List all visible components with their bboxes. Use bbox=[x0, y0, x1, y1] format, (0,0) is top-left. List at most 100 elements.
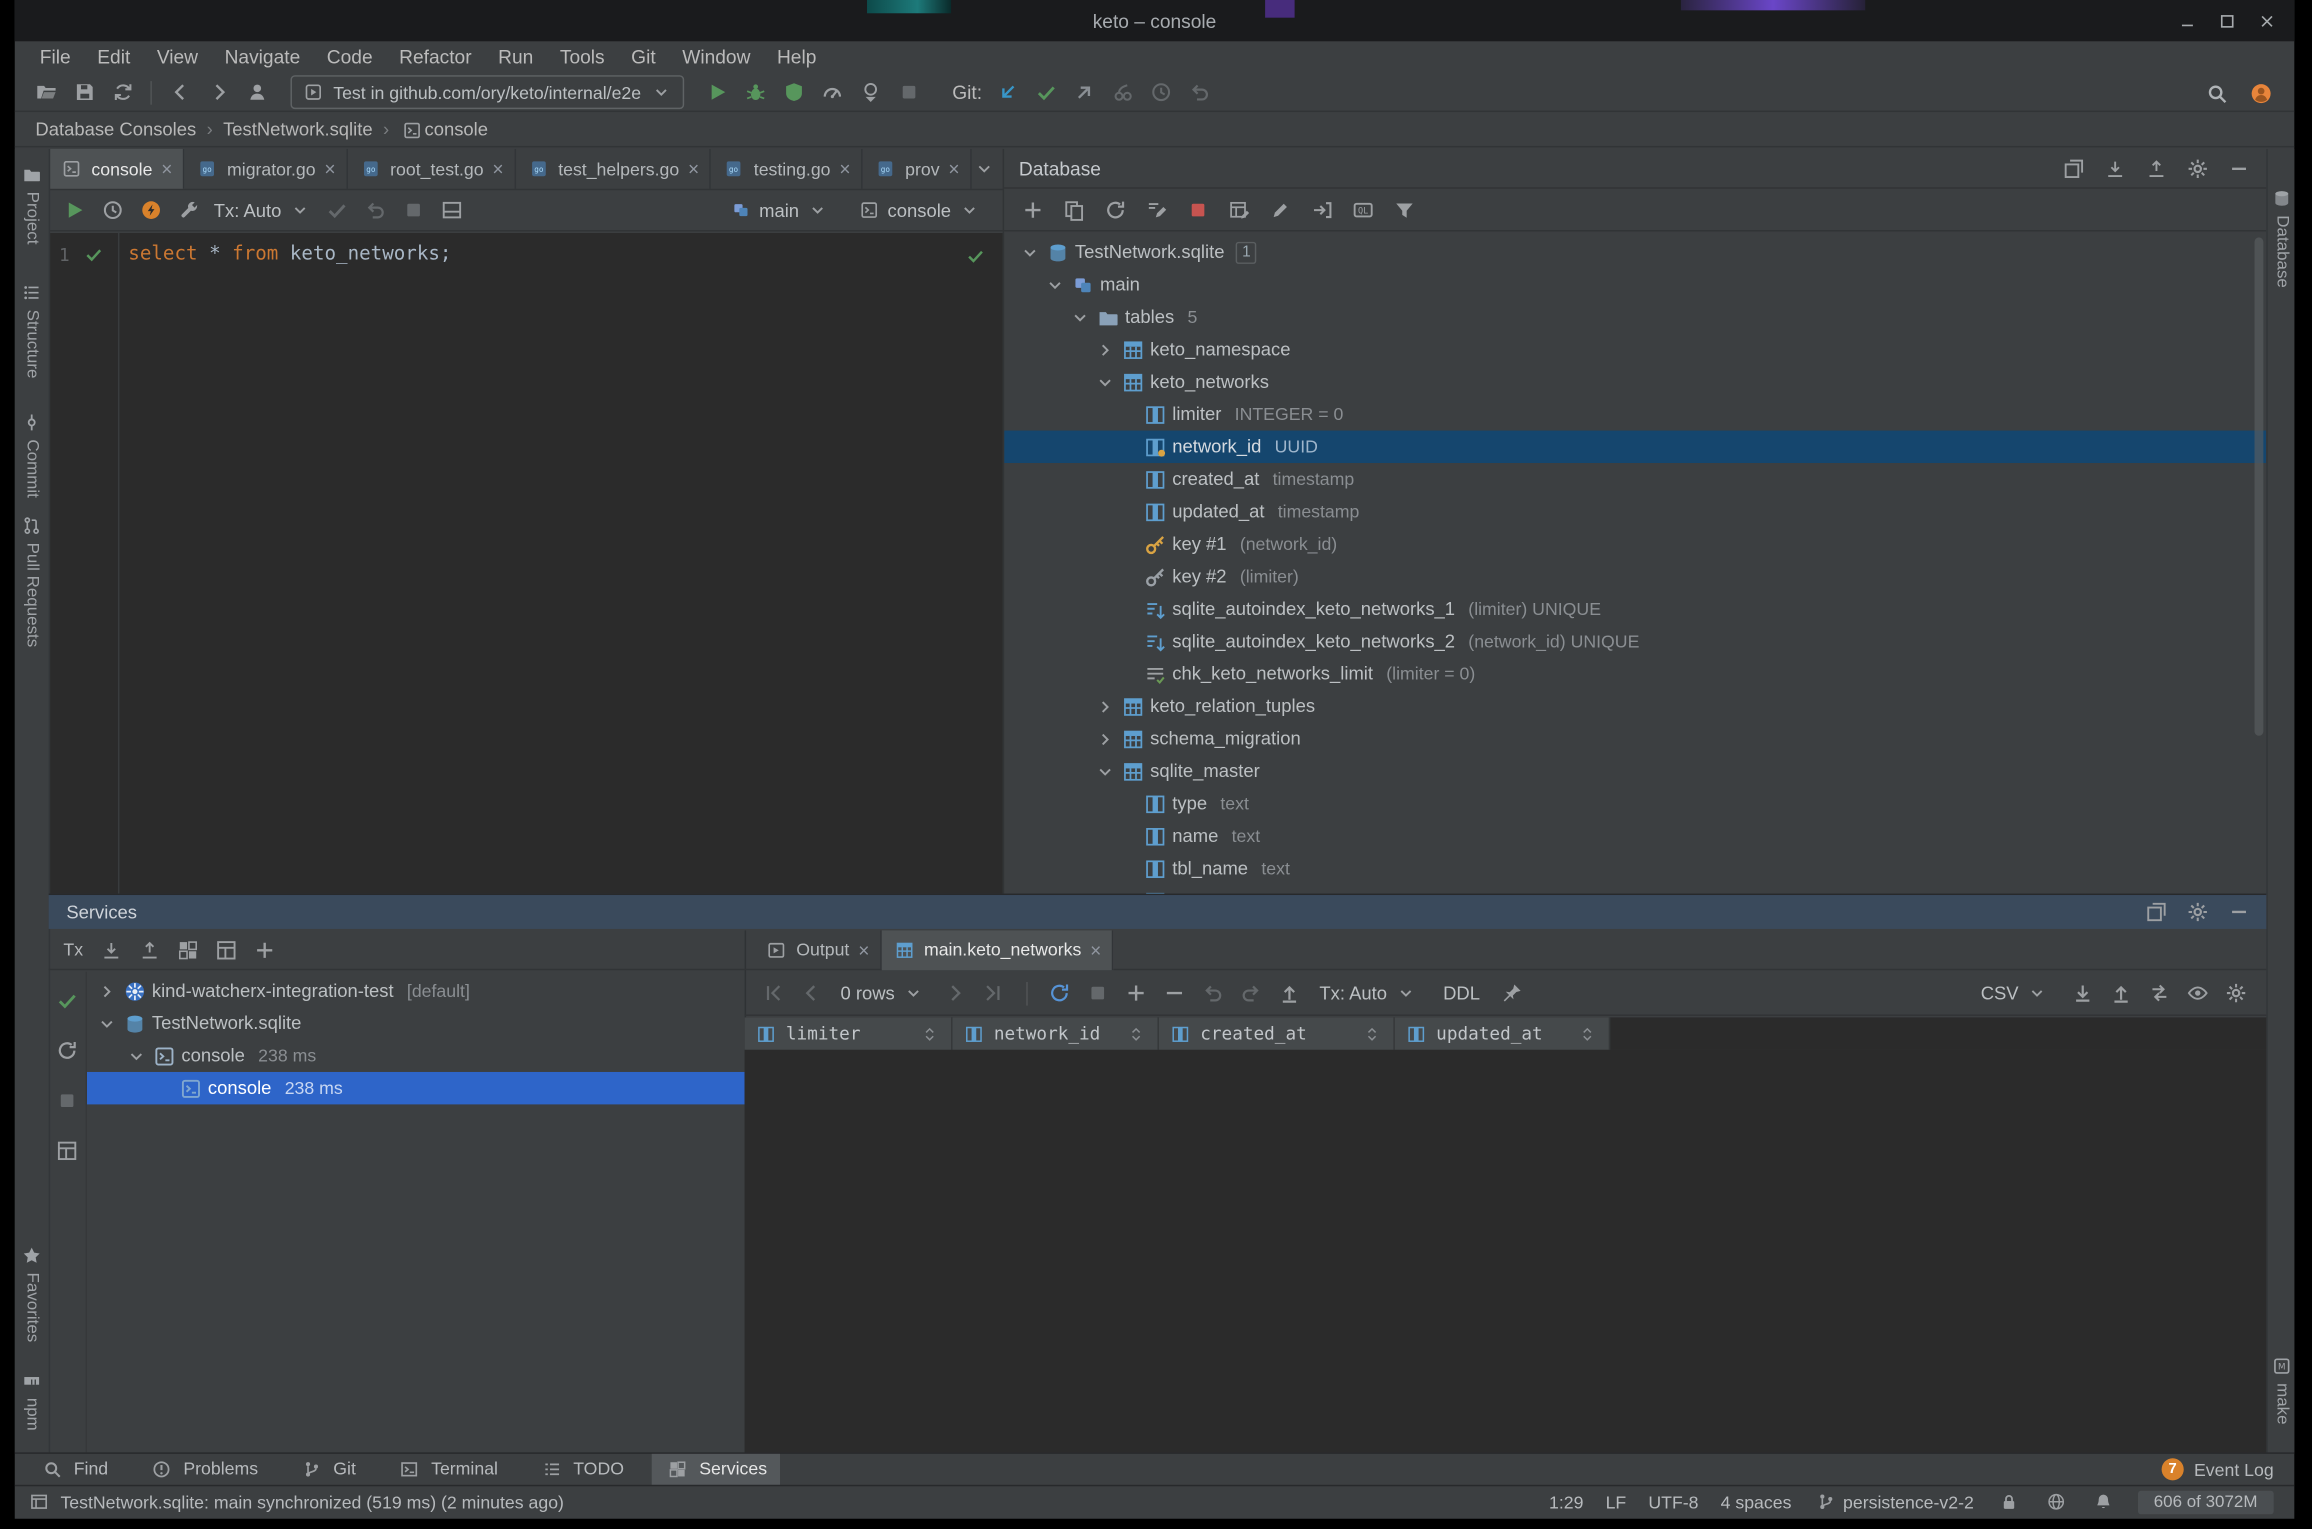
tree-row[interactable]: console 238 ms bbox=[86, 1071, 745, 1105]
gear-icon[interactable] bbox=[2181, 152, 2213, 184]
undo-icon[interactable] bbox=[1197, 977, 1229, 1009]
tool-stripe-make[interactable]: Mmake bbox=[2268, 1354, 2295, 1425]
caret-position[interactable]: 1:29 bbox=[1549, 1491, 1583, 1512]
menu-window[interactable]: Window bbox=[669, 41, 764, 73]
float-icon[interactable] bbox=[2139, 896, 2171, 928]
eye-icon[interactable] bbox=[2181, 977, 2213, 1009]
tool-stripe-structure[interactable]: Structure bbox=[15, 280, 49, 378]
grid-column-header[interactable]: network_id bbox=[952, 1017, 1159, 1050]
cherry-pick-icon[interactable] bbox=[1106, 76, 1138, 108]
toolwindow-button-git[interactable]: Git bbox=[286, 1453, 369, 1484]
edit-source-icon[interactable] bbox=[1140, 194, 1172, 226]
download-icon[interactable] bbox=[2066, 977, 2098, 1009]
first-icon[interactable] bbox=[756, 977, 788, 1009]
chevron-right-icon[interactable] bbox=[1091, 693, 1119, 720]
git-push-icon[interactable] bbox=[1068, 76, 1100, 108]
tool-stripe-npm[interactable]: npm bbox=[15, 1368, 49, 1431]
add-icon[interactable] bbox=[1016, 194, 1048, 226]
tree-row[interactable]: TestNetwork.sqlite bbox=[87, 1007, 745, 1039]
output-layout-icon[interactable] bbox=[436, 194, 468, 226]
pencil-icon[interactable] bbox=[1264, 194, 1296, 226]
git-update-icon[interactable] bbox=[991, 76, 1023, 108]
tool-stripe-project[interactable]: Project bbox=[15, 162, 49, 244]
toolwindow-button-services[interactable]: Services bbox=[652, 1453, 781, 1485]
line-separator[interactable]: LF bbox=[1606, 1491, 1627, 1512]
chevron-right-icon[interactable] bbox=[1091, 725, 1119, 752]
grid-column-header[interactable]: updated_at bbox=[1394, 1017, 1611, 1050]
globe-icon[interactable] bbox=[2043, 1489, 2068, 1514]
grid-column-header[interactable]: created_at bbox=[1158, 1017, 1395, 1050]
close-icon[interactable]: × bbox=[492, 158, 503, 180]
expand-all-icon[interactable] bbox=[95, 933, 127, 965]
tree-row[interactable]: sqlite_master bbox=[1004, 755, 2266, 787]
tree-row[interactable]: schema_migration bbox=[1004, 723, 2266, 755]
close-icon[interactable]: × bbox=[688, 158, 699, 180]
stop-icon[interactable] bbox=[1082, 977, 1114, 1009]
toolwindow-toggle-icon[interactable] bbox=[27, 1489, 52, 1514]
close-icon[interactable]: × bbox=[324, 158, 335, 180]
check-icon[interactable] bbox=[321, 194, 353, 226]
breadcrumb-item[interactable]: TestNetwork.sqlite bbox=[223, 119, 373, 140]
tree-row[interactable]: updated_at timestamp bbox=[1004, 495, 2266, 527]
win-max-icon[interactable] bbox=[2215, 8, 2240, 33]
services-tx-label[interactable]: Tx bbox=[63, 939, 83, 960]
toolwindow-button-problems[interactable]: Problems bbox=[136, 1453, 271, 1484]
statement-executed-icon[interactable] bbox=[81, 242, 106, 267]
collapse-all-icon[interactable] bbox=[2139, 152, 2171, 184]
notifications-icon[interactable] bbox=[2090, 1489, 2115, 1514]
run-icon[interactable] bbox=[702, 76, 734, 108]
stop-icon[interactable] bbox=[893, 76, 925, 108]
sync-icon[interactable] bbox=[106, 76, 138, 108]
rerun-icon[interactable] bbox=[51, 1034, 83, 1066]
ddl-button[interactable]: DDL bbox=[1443, 983, 1480, 1004]
expand-all-icon[interactable] bbox=[2098, 152, 2130, 184]
run-config-selector[interactable]: Test in github.com/ory/keto/internal/e2e bbox=[290, 75, 684, 110]
tree-row[interactable]: keto_relation_tuples bbox=[1004, 690, 2266, 722]
tree-row[interactable] bbox=[1004, 885, 2266, 894]
wrench-icon[interactable] bbox=[173, 194, 205, 226]
export-format-selector[interactable]: CSV bbox=[1972, 977, 2059, 1009]
chevron-down-icon[interactable] bbox=[1016, 239, 1044, 266]
chevron-down-icon[interactable] bbox=[1091, 369, 1119, 396]
menu-view[interactable]: View bbox=[144, 41, 212, 73]
tree-row[interactable]: chk_keto_networks_limit (limiter = 0) bbox=[1004, 658, 2266, 690]
table-editor-icon[interactable] bbox=[1222, 194, 1254, 226]
result-grid[interactable] bbox=[744, 1049, 2267, 1453]
chevron-right-icon[interactable] bbox=[93, 978, 121, 1005]
tab-console[interactable]: console × bbox=[48, 148, 185, 189]
save-icon[interactable] bbox=[68, 76, 100, 108]
menu-help[interactable]: Help bbox=[764, 41, 830, 73]
database-panel-header[interactable]: Database bbox=[1004, 149, 2267, 189]
gear-icon[interactable] bbox=[2219, 977, 2251, 1009]
debug-icon[interactable] bbox=[740, 76, 772, 108]
run-dropdown-icon[interactable] bbox=[855, 76, 887, 108]
stop-icon[interactable] bbox=[1181, 194, 1213, 226]
upload-icon[interactable] bbox=[2104, 977, 2136, 1009]
rows-count-selector[interactable]: 0 rows bbox=[832, 977, 935, 1009]
history-clock-icon[interactable] bbox=[96, 194, 128, 226]
tab-root_test.go[interactable]: go root_test.go × bbox=[347, 148, 516, 189]
refresh-icon[interactable] bbox=[1099, 194, 1131, 226]
tree-row[interactable]: sqlite_autoindex_keto_networks_2 (network… bbox=[1004, 625, 2266, 657]
float-icon[interactable] bbox=[2057, 152, 2089, 184]
chevron-down-icon[interactable] bbox=[93, 1010, 121, 1037]
splitter-vertical[interactable] bbox=[1002, 148, 1005, 894]
tab-testing.go[interactable]: go testing.go × bbox=[711, 148, 863, 189]
tool-stripe-commit[interactable]: Commit bbox=[15, 410, 49, 498]
copy-icon[interactable] bbox=[1057, 194, 1089, 226]
menu-tools[interactable]: Tools bbox=[547, 41, 618, 73]
chevron-down-icon[interactable] bbox=[971, 156, 996, 181]
search-icon[interactable] bbox=[2200, 77, 2232, 109]
open-folder-icon[interactable] bbox=[29, 76, 61, 108]
sql-editor[interactable]: 1 select * from keto_networks; bbox=[48, 232, 1003, 894]
tool-stripe-favorites[interactable]: Favorites bbox=[15, 1243, 49, 1342]
tree-row[interactable]: tables 5 bbox=[1004, 301, 2266, 333]
tree-row[interactable]: limiter INTEGER = 0 bbox=[1004, 398, 2266, 430]
tree-row[interactable]: sqlite_autoindex_keto_networks_1 (limiter… bbox=[1004, 593, 2266, 625]
profile-icon[interactable] bbox=[240, 76, 272, 108]
tree-row[interactable]: kind-watcherx-integration-test [default] bbox=[87, 975, 745, 1007]
rollback-icon[interactable] bbox=[360, 194, 392, 226]
tree-row[interactable]: keto_networks bbox=[1004, 366, 2266, 398]
filter-icon[interactable] bbox=[1388, 194, 1420, 226]
run-icon[interactable] bbox=[58, 194, 90, 226]
